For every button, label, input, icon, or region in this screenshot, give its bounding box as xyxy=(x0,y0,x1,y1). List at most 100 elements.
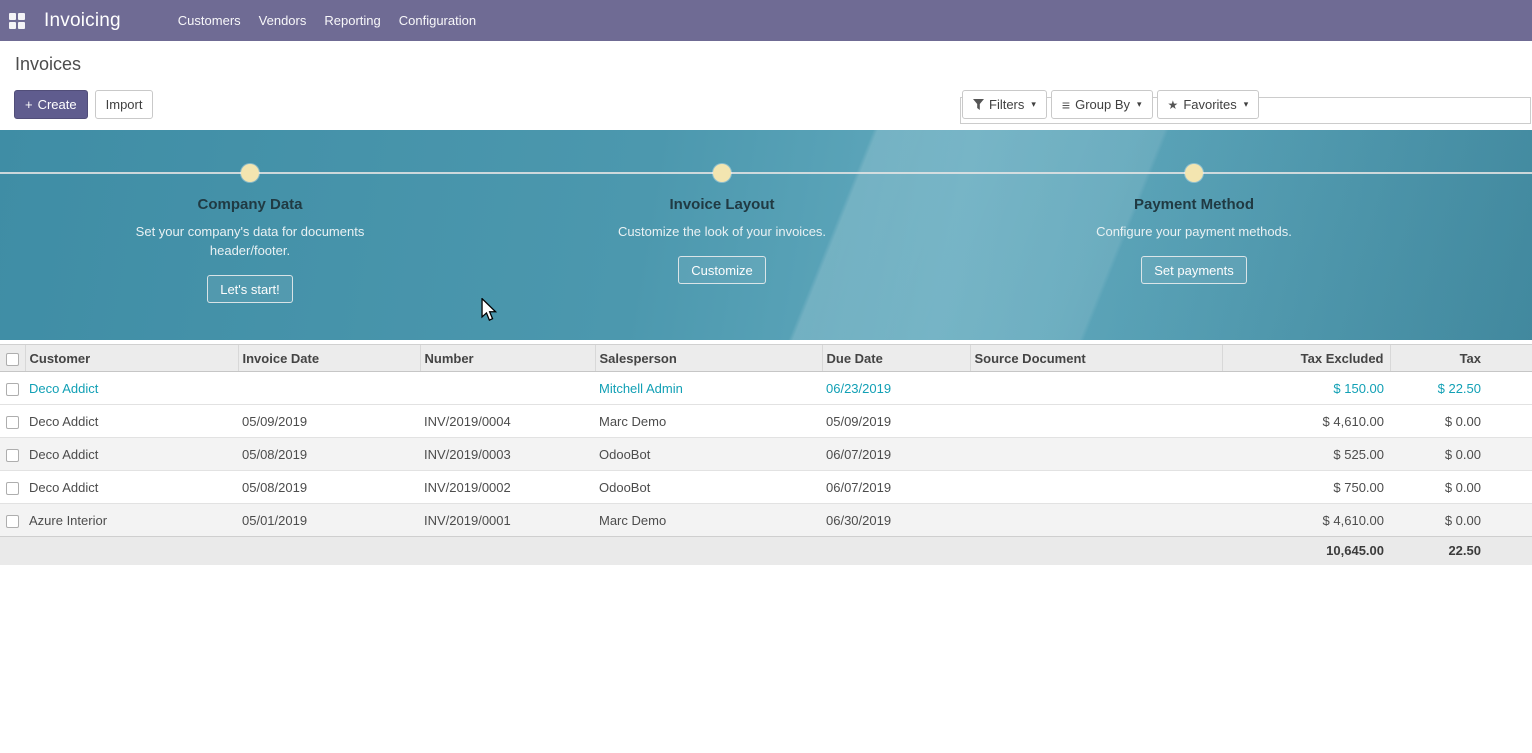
totals-row: 10,645.00 22.50 xyxy=(0,537,1532,565)
apps-menu-icon[interactable] xyxy=(9,13,25,29)
cell-source-document[interactable] xyxy=(970,504,1222,537)
cell-customer[interactable]: Deco Addict xyxy=(25,405,238,438)
lets-start-button[interactable]: Let's start! xyxy=(207,275,293,303)
column-header-number[interactable]: Number xyxy=(420,345,595,372)
cell-customer[interactable]: Azure Interior xyxy=(25,504,238,537)
cell-number[interactable] xyxy=(420,372,595,405)
group-by-button[interactable]: ≡ Group By ▾ xyxy=(1051,90,1153,119)
cell-select xyxy=(0,438,25,471)
menu-vendors[interactable]: Vendors xyxy=(250,0,316,41)
plus-icon: + xyxy=(25,97,33,112)
top-navbar: Invoicing Customers Vendors Reporting Co… xyxy=(0,0,1532,41)
cell-due-date[interactable]: 06/07/2019 xyxy=(822,438,970,471)
cell-customer[interactable]: Deco Addict xyxy=(25,438,238,471)
column-header-salesperson[interactable]: Salesperson xyxy=(595,345,822,372)
cell-tax[interactable]: $ 0.00 xyxy=(1390,471,1532,504)
cell-number[interactable]: INV/2019/0001 xyxy=(420,504,595,537)
onboarding-step-company-data: Company Data Set your company's data for… xyxy=(14,196,486,303)
create-button-label: Create xyxy=(38,97,77,112)
total-tax-excluded: 10,645.00 xyxy=(1222,537,1390,565)
cell-tax-excluded[interactable]: $ 525.00 xyxy=(1222,438,1390,471)
column-header-tax[interactable]: Tax xyxy=(1390,345,1532,372)
step-title: Payment Method xyxy=(958,196,1430,213)
table-row[interactable]: Deco Addict05/08/2019INV/2019/0002OdooBo… xyxy=(0,471,1532,504)
cell-due-date[interactable]: 06/23/2019 xyxy=(822,372,970,405)
cell-salesperson[interactable]: Marc Demo xyxy=(595,405,822,438)
column-header-customer[interactable]: Customer xyxy=(25,345,238,372)
onboarding-timeline xyxy=(0,172,1532,174)
menu-reporting[interactable]: Reporting xyxy=(315,0,389,41)
table-row[interactable]: Deco Addict Mitchell Admin06/23/2019 $ 150… xyxy=(0,372,1532,405)
cell-invoice-date[interactable] xyxy=(238,372,420,405)
cell-salesperson[interactable]: OdooBot xyxy=(595,438,822,471)
cell-customer[interactable]: Deco Addict xyxy=(25,471,238,504)
cell-number[interactable]: INV/2019/0002 xyxy=(420,471,595,504)
search-options: Filters ▾ ≡ Group By ▾ ★ Favorites ▾ xyxy=(962,90,1259,119)
step-description: Customize the look of your invoices. xyxy=(607,222,837,241)
cell-tax-excluded[interactable]: $ 4,610.00 xyxy=(1222,504,1390,537)
select-all-checkbox[interactable] xyxy=(6,353,19,366)
cell-invoice-date[interactable]: 05/08/2019 xyxy=(238,438,420,471)
favorites-button[interactable]: ★ Favorites ▾ xyxy=(1157,90,1260,119)
row-checkbox[interactable] xyxy=(6,482,19,495)
table-row[interactable]: Azure Interior05/01/2019INV/2019/0001Mar… xyxy=(0,504,1532,537)
row-checkbox[interactable] xyxy=(6,515,19,528)
column-header-due-date[interactable]: Due Date xyxy=(822,345,970,372)
cell-source-document[interactable] xyxy=(970,471,1222,504)
step-dot-company-data xyxy=(241,164,259,182)
row-checkbox[interactable] xyxy=(6,449,19,462)
menu-configuration[interactable]: Configuration xyxy=(390,0,485,41)
onboarding-step-invoice-layout: Invoice Layout Customize the look of you… xyxy=(486,196,958,284)
filter-icon xyxy=(973,99,984,110)
cell-invoice-date[interactable]: 05/09/2019 xyxy=(238,405,420,438)
customize-button[interactable]: Customize xyxy=(678,256,765,284)
cell-tax[interactable]: $ 22.50 xyxy=(1390,372,1532,405)
cell-source-document[interactable] xyxy=(970,438,1222,471)
cell-source-document[interactable] xyxy=(970,372,1222,405)
cell-tax-excluded[interactable]: $ 4,610.00 xyxy=(1222,405,1390,438)
app-title[interactable]: Invoicing xyxy=(44,10,121,32)
cell-invoice-date[interactable]: 05/08/2019 xyxy=(238,471,420,504)
cell-due-date[interactable]: 05/09/2019 xyxy=(822,405,970,438)
invoice-table-body: Deco Addict Mitchell Admin06/23/2019 $ 150… xyxy=(0,372,1532,537)
chevron-down-icon: ▾ xyxy=(1031,99,1036,110)
total-tax: 22.50 xyxy=(1390,537,1532,565)
row-checkbox[interactable] xyxy=(6,416,19,429)
step-title: Invoice Layout xyxy=(486,196,958,213)
cell-salesperson[interactable]: Marc Demo xyxy=(595,504,822,537)
page-title: Invoices xyxy=(15,54,81,75)
cell-due-date[interactable]: 06/30/2019 xyxy=(822,504,970,537)
cell-tax[interactable]: $ 0.00 xyxy=(1390,504,1532,537)
cell-customer[interactable]: Deco Addict xyxy=(25,372,238,405)
filters-button[interactable]: Filters ▾ xyxy=(962,90,1047,119)
cell-number[interactable]: INV/2019/0004 xyxy=(420,405,595,438)
column-header-invoice-date[interactable]: Invoice Date xyxy=(238,345,420,372)
set-payments-button[interactable]: Set payments xyxy=(1141,256,1247,284)
cell-tax[interactable]: $ 0.00 xyxy=(1390,438,1532,471)
cell-tax-excluded[interactable]: $ 150.00 xyxy=(1222,372,1390,405)
action-buttons: + Create Import xyxy=(14,90,153,119)
cell-salesperson[interactable]: OdooBot xyxy=(595,471,822,504)
group-by-button-label: Group By xyxy=(1075,97,1130,112)
cell-select xyxy=(0,471,25,504)
menu-customers[interactable]: Customers xyxy=(169,0,250,41)
cell-number[interactable]: INV/2019/0003 xyxy=(420,438,595,471)
cell-invoice-date[interactable]: 05/01/2019 xyxy=(238,504,420,537)
create-button[interactable]: + Create xyxy=(14,90,88,119)
column-header-source-document[interactable]: Source Document xyxy=(970,345,1222,372)
cell-tax[interactable]: $ 0.00 xyxy=(1390,405,1532,438)
navbar-menu: Customers Vendors Reporting Configuratio… xyxy=(169,0,485,41)
step-dot-payment-method xyxy=(1185,164,1203,182)
filters-button-label: Filters xyxy=(989,97,1024,112)
cell-due-date[interactable]: 06/07/2019 xyxy=(822,471,970,504)
column-header-tax-excluded[interactable]: Tax Excluded xyxy=(1222,345,1390,372)
row-checkbox[interactable] xyxy=(6,383,19,396)
cell-salesperson[interactable]: Mitchell Admin xyxy=(595,372,822,405)
import-button[interactable]: Import xyxy=(95,90,154,119)
table-row[interactable]: Deco Addict05/08/2019INV/2019/0003OdooBo… xyxy=(0,438,1532,471)
cell-tax-excluded[interactable]: $ 750.00 xyxy=(1222,471,1390,504)
table-row[interactable]: Deco Addict05/09/2019INV/2019/0004Marc D… xyxy=(0,405,1532,438)
control-panel: Invoices + Create Import Filters ▾ ≡ Gro… xyxy=(0,41,1532,130)
cell-select xyxy=(0,405,25,438)
cell-source-document[interactable] xyxy=(970,405,1222,438)
